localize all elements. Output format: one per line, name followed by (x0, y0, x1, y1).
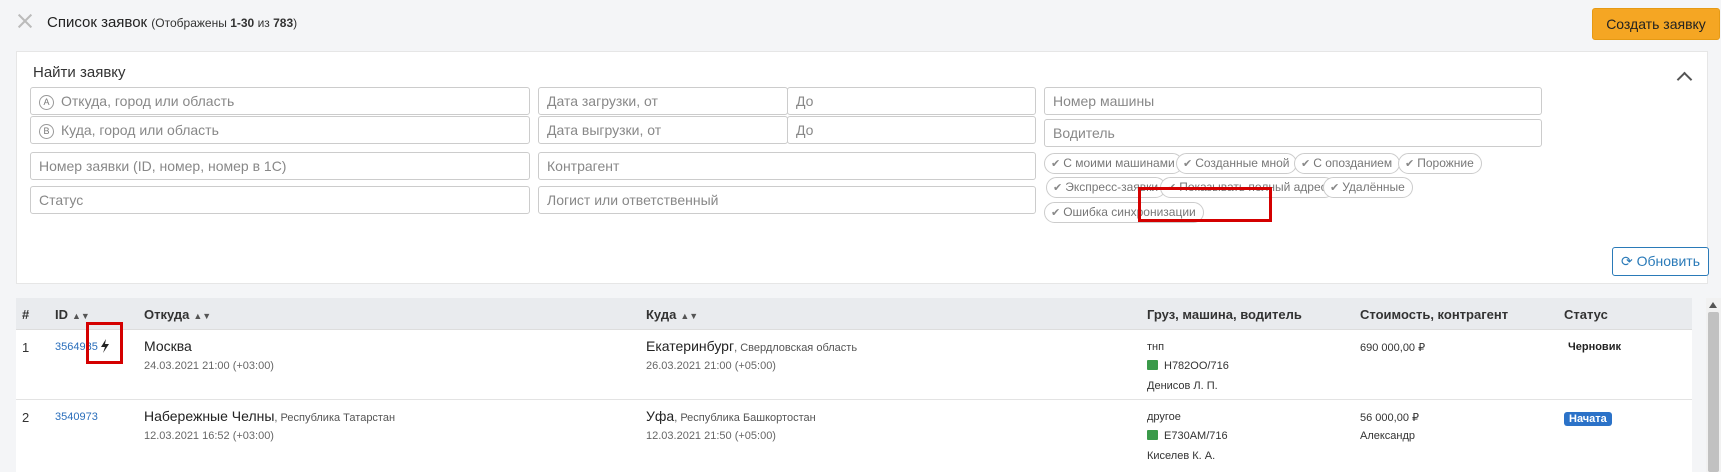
orders-table: # ID ▲▼ Откуда ▲▼ Куда ▲▼ Груз, машина, вод… (16, 298, 1692, 472)
table-header: # ID ▲▼ Откуда ▲▼ Куда ▲▼ Груз, машина, вод… (16, 298, 1692, 330)
check-icon: ✔ (1183, 158, 1193, 170)
check-icon: ✔ (1053, 182, 1063, 194)
filter-title: Найти заявку (33, 64, 126, 81)
order-number-input[interactable]: Номер заявки (ID, номер, номер в 1С) (30, 152, 530, 180)
load-date-to-input[interactable]: До (787, 87, 1036, 115)
status-badge: Начата (1564, 412, 1612, 426)
point-b-icon: B (39, 124, 54, 139)
check-icon: ✔ (1301, 158, 1311, 170)
vehicle-number-input[interactable]: Номер машины (1044, 87, 1542, 115)
chip-created-by-me[interactable]: ✔ Созданные мной (1176, 153, 1298, 174)
load-date-from-input[interactable]: Дата загрузки, от (538, 87, 788, 115)
col-to[interactable]: Куда ▲▼ (646, 307, 698, 322)
col-cost: Стоимость, контрагент (1360, 307, 1509, 322)
table-row[interactable]: 2 3540973 Набережные Челны, Республика Т… (16, 401, 1692, 472)
table-row[interactable]: 1 3564985 Москва 24.03.2021 21:00 (+03:0… (16, 331, 1692, 400)
chip-empty[interactable]: ✔ Порожние (1398, 153, 1482, 174)
chevron-up-icon[interactable] (1677, 70, 1689, 82)
page-title-text: Список заявок (47, 14, 148, 31)
page-subtitle: (Отображены 1-30 из 783) (151, 16, 298, 30)
unload-date-from-input[interactable]: Дата выгрузки, от (538, 116, 788, 144)
col-num: # (22, 307, 30, 322)
chip-late[interactable]: ✔ С опозданием (1294, 153, 1401, 174)
col-status: Статус (1564, 307, 1608, 322)
status-badge: Черновик (1568, 341, 1621, 353)
page-title: Список заявок (Отображены 1-30 из 783) (47, 14, 297, 31)
check-icon: ✔ (1051, 207, 1061, 219)
refresh-icon: ⟳ (1620, 253, 1633, 269)
col-from[interactable]: Откуда ▲▼ (144, 307, 211, 322)
from-input[interactable]: A Откуда, город или область (30, 87, 530, 115)
filter-panel: Найти заявку A Откуда, город или область … (16, 51, 1709, 284)
check-icon: ✔ (1405, 158, 1415, 170)
truck-icon (1147, 360, 1158, 370)
to-input[interactable]: B Куда, город или область (30, 116, 530, 144)
total-count: 783 (273, 16, 294, 30)
chip-deleted[interactable]: ✔ Удалённые (1323, 177, 1413, 198)
point-a-icon: A (39, 95, 54, 110)
check-icon: ✔ (1330, 182, 1340, 194)
scrollbar[interactable] (1706, 298, 1721, 472)
order-id-link[interactable]: 3540973 (55, 411, 98, 423)
col-id[interactable]: ID ▲▼ (55, 307, 90, 322)
close-icon[interactable] (16, 12, 34, 30)
truck-icon (1147, 430, 1158, 440)
counterparty-input[interactable]: Контрагент (538, 152, 1036, 180)
unload-date-to-input[interactable]: До (787, 116, 1036, 144)
scroll-thumb[interactable] (1708, 312, 1719, 472)
create-order-button[interactable]: Создать заявку (1592, 8, 1720, 40)
sort-icon: ▲▼ (680, 311, 699, 321)
sort-icon: ▲▼ (193, 311, 212, 321)
refresh-button[interactable]: ⟳ Обновить (1612, 247, 1709, 276)
driver-input[interactable]: Водитель (1044, 119, 1542, 147)
range-text: 1-30 (230, 16, 255, 30)
sort-icon: ▲▼ (72, 311, 90, 321)
top-bar: Список заявок (Отображены 1-30 из 783) С… (0, 0, 1721, 48)
highlight-express-chip (1138, 187, 1272, 222)
logist-input[interactable]: Логист или ответственный (538, 186, 1036, 214)
highlight-bolt-icon (86, 322, 123, 364)
status-select[interactable]: Статус (30, 186, 530, 214)
scroll-up-icon[interactable] (1709, 302, 1717, 308)
check-icon: ✔ (1051, 158, 1061, 170)
chip-my-vehicles[interactable]: ✔ С моими машинами (1044, 153, 1183, 174)
col-cargo: Груз, машина, водитель (1147, 307, 1302, 322)
